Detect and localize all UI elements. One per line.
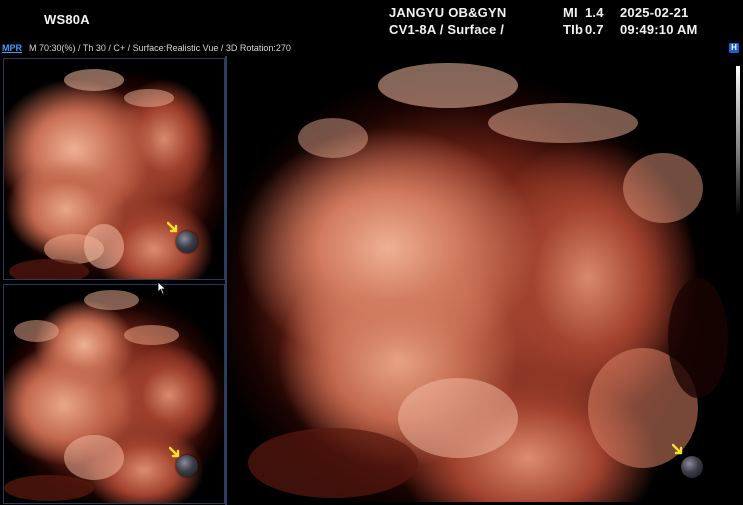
tissue-highlight xyxy=(623,153,703,223)
viewport-main-3d[interactable] xyxy=(228,58,728,502)
probe-info: CV1-8A / Surface / xyxy=(389,22,505,37)
h-badge[interactable]: H xyxy=(729,43,739,53)
mi-value: 1.4 xyxy=(585,5,604,20)
device-model: WS80A xyxy=(44,12,90,27)
tissue-highlight xyxy=(124,325,179,345)
tissue-highlight xyxy=(84,290,139,310)
yellow-arrow-icon xyxy=(672,443,683,455)
sphere-marker-icon[interactable] xyxy=(176,455,198,477)
tissue-highlight xyxy=(84,224,124,269)
sphere-marker-icon[interactable] xyxy=(176,231,198,253)
tissue-highlight xyxy=(298,118,368,158)
sphere-marker-icon[interactable] xyxy=(681,456,703,478)
tissue-highlight xyxy=(488,103,638,143)
tissue-shadow xyxy=(248,428,418,498)
render-parameters: M 70:30(%) / Th 30 / C+ / Surface:Realis… xyxy=(29,43,291,53)
exam-time: 09:49:10 AM xyxy=(620,22,698,37)
viewport-divider[interactable] xyxy=(225,56,227,505)
tissue-highlight xyxy=(398,378,518,458)
viewport-bottom-left[interactable] xyxy=(3,284,225,504)
tissue-highlight xyxy=(64,69,124,91)
mi-label: MI xyxy=(563,5,578,20)
mouse-pointer-icon xyxy=(157,281,167,295)
hospital-name: JANGYU OB&GYN xyxy=(389,5,507,20)
tissue-highlight xyxy=(64,435,124,480)
tib-value: 0.7 xyxy=(585,22,604,37)
mpr-button[interactable]: MPR xyxy=(2,41,22,55)
tissue-highlight xyxy=(14,320,59,342)
tissue-shadow xyxy=(9,259,89,279)
tib-label: TIb xyxy=(563,22,584,37)
fetal-3d-render xyxy=(228,58,728,502)
header-bar: WS80A JANGYU OB&GYN CV1-8A / Surface / M… xyxy=(0,0,743,40)
tissue-highlight xyxy=(378,63,518,108)
tissue-shadow xyxy=(668,278,728,398)
tissue-highlight xyxy=(124,89,174,107)
viewport-top-left[interactable] xyxy=(3,58,225,280)
tissue-shadow xyxy=(4,475,94,501)
exam-date: 2025-02-21 xyxy=(620,5,689,20)
grayscale-bar xyxy=(736,66,740,216)
status-line: MPR M 70:30(%) / Th 30 / C+ / Surface:Re… xyxy=(0,41,743,55)
